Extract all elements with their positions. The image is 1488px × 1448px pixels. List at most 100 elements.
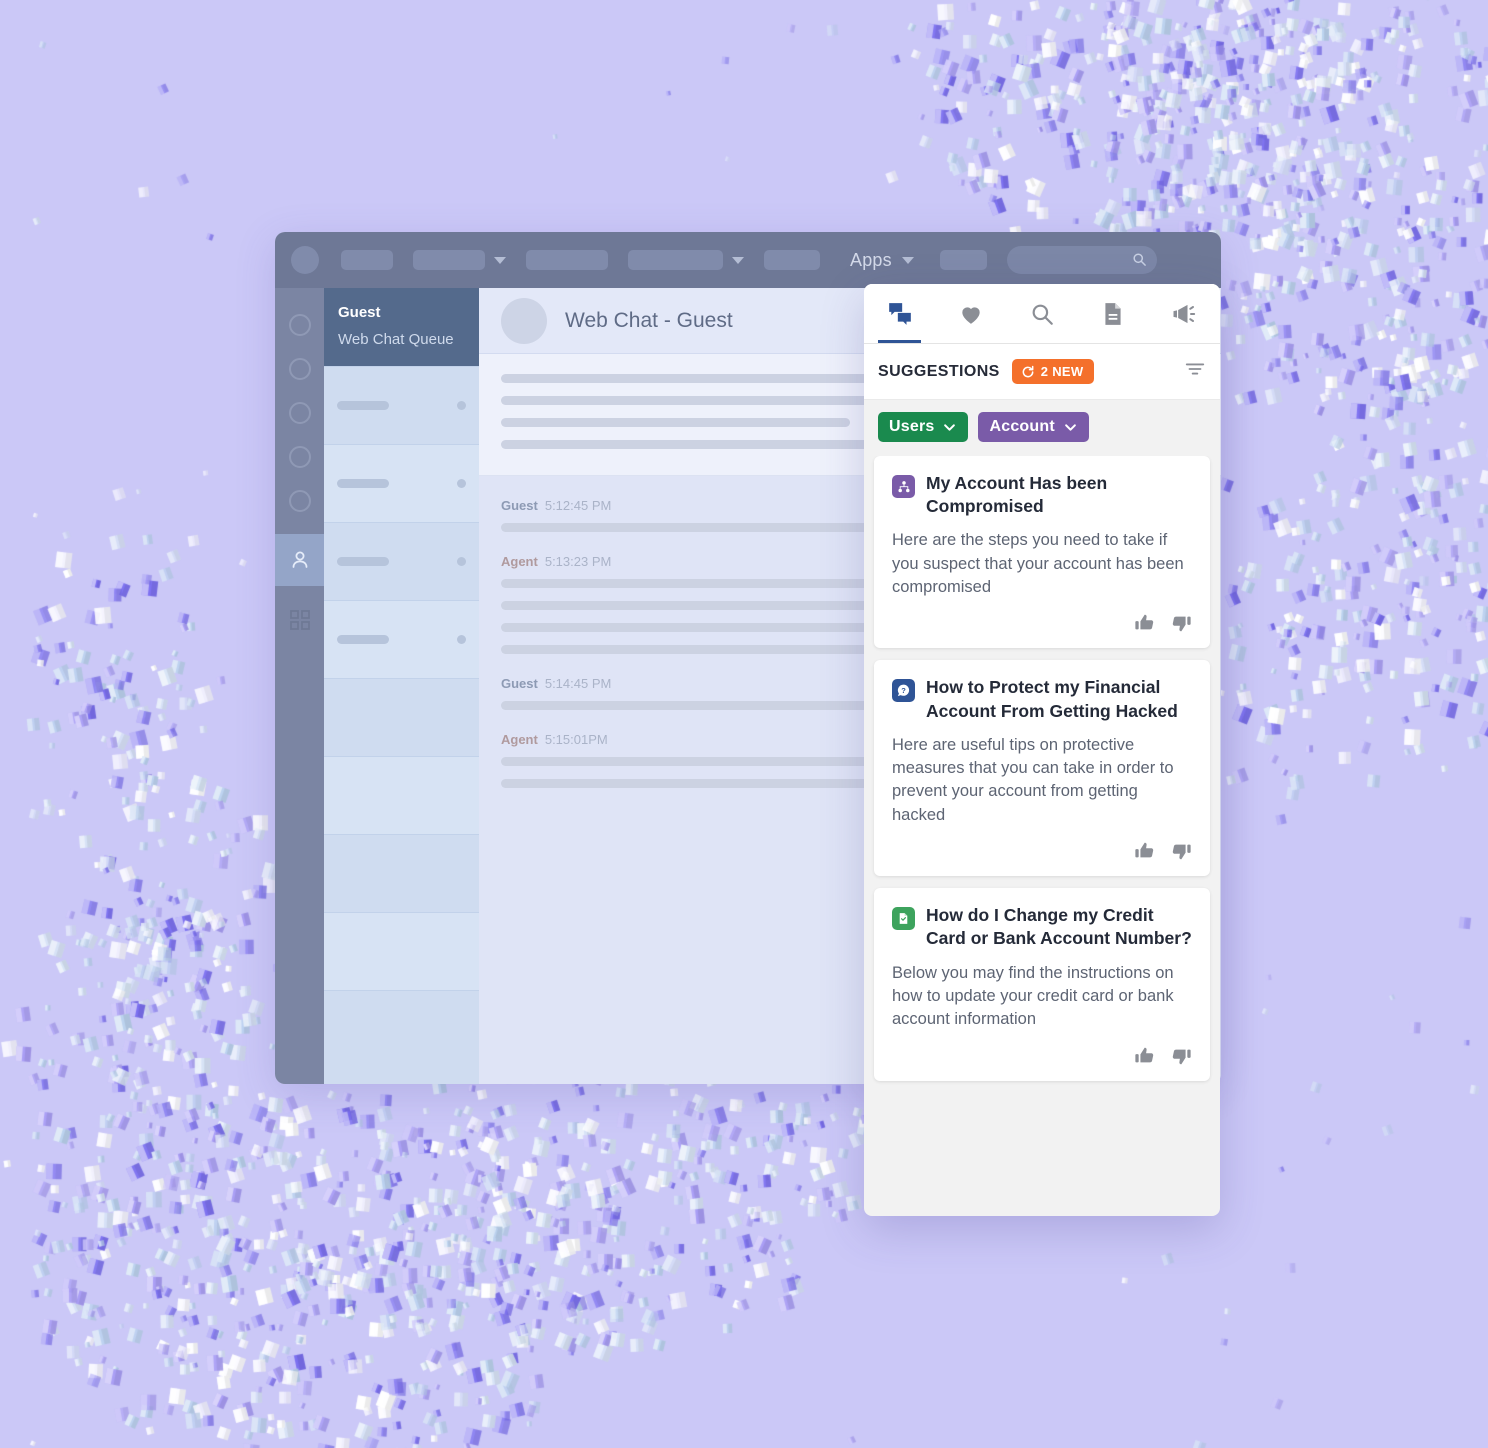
queue-row[interactable] bbox=[324, 522, 479, 600]
icon-rail bbox=[275, 288, 324, 1084]
skeleton-line bbox=[501, 440, 899, 449]
filter-chip-account[interactable]: Account bbox=[978, 412, 1089, 442]
thumbs-down-icon bbox=[1172, 617, 1191, 632]
queue-row[interactable] bbox=[324, 600, 479, 678]
document-icon bbox=[892, 907, 915, 931]
nav-placeholder-4[interactable] bbox=[628, 250, 723, 270]
message-sender: Agent bbox=[501, 732, 538, 747]
panel-title: SUGGESTIONS bbox=[878, 362, 1000, 380]
rail-circle-icon-4[interactable] bbox=[288, 446, 311, 468]
skeleton-line bbox=[501, 418, 850, 427]
queue-row-placeholder bbox=[337, 479, 389, 488]
queue-row[interactable] bbox=[324, 678, 479, 756]
suggestion-card-header: How do I Change my Credit Card or Bank A… bbox=[892, 904, 1192, 950]
thumbs-up-button[interactable] bbox=[1134, 840, 1156, 862]
rail-circle-icon-5[interactable] bbox=[288, 490, 311, 512]
suggestion-card-body: Here are useful tips on protective measu… bbox=[892, 735, 1174, 824]
thumbs-up-icon bbox=[1135, 615, 1154, 630]
question-bubble-icon: ? bbox=[892, 679, 915, 703]
apps-menu[interactable]: Apps bbox=[850, 250, 892, 271]
suggestion-card[interactable]: How do I Change my Credit Card or Bank A… bbox=[874, 888, 1210, 1081]
nav-placeholder-1[interactable] bbox=[341, 250, 393, 270]
suggestion-card[interactable]: My Account Has been Compromised Here are … bbox=[874, 456, 1210, 649]
person-icon bbox=[292, 551, 307, 568]
refresh-icon bbox=[1022, 365, 1034, 377]
queue-item-selected[interactable]: Guest Web Chat Queue bbox=[324, 288, 479, 366]
thumbs-up-icon bbox=[1135, 1047, 1154, 1063]
suggestion-card-actions bbox=[892, 612, 1192, 638]
tab-chat[interactable] bbox=[864, 284, 935, 343]
suggestion-card-header: ? How to Protect my Financial Account Fro… bbox=[892, 676, 1192, 722]
thumbs-down-button[interactable] bbox=[1170, 1045, 1192, 1067]
filter-chip-label: Users bbox=[889, 418, 935, 435]
new-badge-label: 2 NEW bbox=[1040, 364, 1084, 379]
header-search-input[interactable] bbox=[1006, 246, 1157, 274]
thumbs-down-icon bbox=[1172, 1049, 1191, 1065]
tab-favorites[interactable] bbox=[935, 284, 1006, 343]
queue-item-subtitle: Web Chat Queue bbox=[338, 331, 454, 348]
queue-item-name: Guest bbox=[338, 304, 381, 321]
filter-chips: Users Account bbox=[864, 400, 1220, 456]
search-icon bbox=[1032, 304, 1053, 325]
nav-placeholder-3[interactable] bbox=[526, 250, 608, 270]
chevron-down-icon bbox=[944, 423, 956, 431]
tab-announcements[interactable] bbox=[1149, 284, 1220, 343]
suggestion-card-title: How to Protect my Financial Account From… bbox=[926, 677, 1178, 721]
suggestion-card-title: How do I Change my Credit Card or Bank A… bbox=[926, 905, 1192, 949]
grid-icon bbox=[289, 610, 310, 630]
new-suggestions-badge[interactable]: 2 NEW bbox=[1011, 359, 1095, 384]
chevron-down-icon[interactable] bbox=[494, 256, 506, 264]
heart-icon bbox=[962, 306, 980, 324]
rail-circle-icon-3[interactable] bbox=[288, 402, 311, 424]
nav-placeholder-6[interactable] bbox=[939, 250, 987, 270]
window-logo-dot bbox=[291, 246, 319, 274]
panel-tab-bar bbox=[864, 284, 1220, 344]
message-sender: Guest bbox=[501, 676, 538, 691]
suggestion-cards: My Account Has been Compromised Here are … bbox=[864, 456, 1220, 1216]
rail-circle-icon-1[interactable] bbox=[288, 314, 311, 336]
queue-row-placeholder bbox=[337, 557, 389, 566]
suggestion-card-body: Here are the steps you need to take if y… bbox=[892, 531, 1184, 597]
chat-bubbles-icon bbox=[888, 302, 911, 325]
suggestion-card-header: My Account Has been Compromised bbox=[892, 472, 1192, 518]
queue-row-status-dot bbox=[457, 557, 466, 566]
suggestion-card-body: Below you may find the instructions on h… bbox=[892, 963, 1174, 1029]
message-timestamp: 5:13:23 PM bbox=[544, 554, 612, 569]
thumbs-down-button[interactable] bbox=[1170, 840, 1192, 862]
message-timestamp: 5:15:01PM bbox=[544, 732, 608, 747]
rail-circle-icon-2[interactable] bbox=[288, 358, 311, 380]
suggestion-card-actions bbox=[892, 1045, 1192, 1071]
svg-text:?: ? bbox=[901, 686, 906, 695]
filter-chip-users[interactable]: Users bbox=[878, 412, 969, 442]
queue-row-placeholder bbox=[337, 635, 389, 644]
nav-placeholder-5[interactable] bbox=[764, 250, 820, 270]
thumbs-up-button[interactable] bbox=[1134, 612, 1156, 634]
thumbs-down-button[interactable] bbox=[1170, 612, 1192, 634]
message-skeleton-line bbox=[501, 623, 920, 632]
window-header: Apps bbox=[275, 232, 1221, 288]
suggestion-card[interactable]: ? How to Protect my Financial Account Fro… bbox=[874, 660, 1210, 877]
thumbs-up-button[interactable] bbox=[1134, 1045, 1156, 1067]
rail-person-icon[interactable] bbox=[275, 534, 324, 586]
filter-chip-label: Account bbox=[989, 418, 1055, 435]
apps-chevron-down-icon[interactable] bbox=[901, 256, 914, 264]
megaphone-icon bbox=[1173, 304, 1196, 323]
queue-row[interactable] bbox=[324, 912, 479, 990]
message-sender: Agent bbox=[501, 554, 538, 569]
avatar bbox=[501, 297, 547, 344]
nav-placeholder-2[interactable] bbox=[413, 250, 485, 270]
chevron-down-icon bbox=[1065, 423, 1076, 431]
queue-row[interactable] bbox=[324, 756, 479, 834]
chevron-down-icon-2[interactable] bbox=[732, 256, 744, 264]
queue-row[interactable] bbox=[324, 834, 479, 912]
tab-search[interactable] bbox=[1006, 284, 1077, 343]
filter-button[interactable] bbox=[1184, 358, 1206, 385]
sitemap-icon bbox=[892, 475, 915, 498]
document-icon bbox=[1105, 302, 1121, 325]
tab-documents[interactable] bbox=[1078, 284, 1149, 343]
rail-grid-icon[interactable] bbox=[288, 608, 312, 637]
queue-row[interactable] bbox=[324, 990, 479, 1068]
queue-row[interactable] bbox=[324, 366, 479, 444]
queue-list: Guest Web Chat Queue bbox=[324, 288, 479, 1084]
queue-row[interactable] bbox=[324, 444, 479, 522]
